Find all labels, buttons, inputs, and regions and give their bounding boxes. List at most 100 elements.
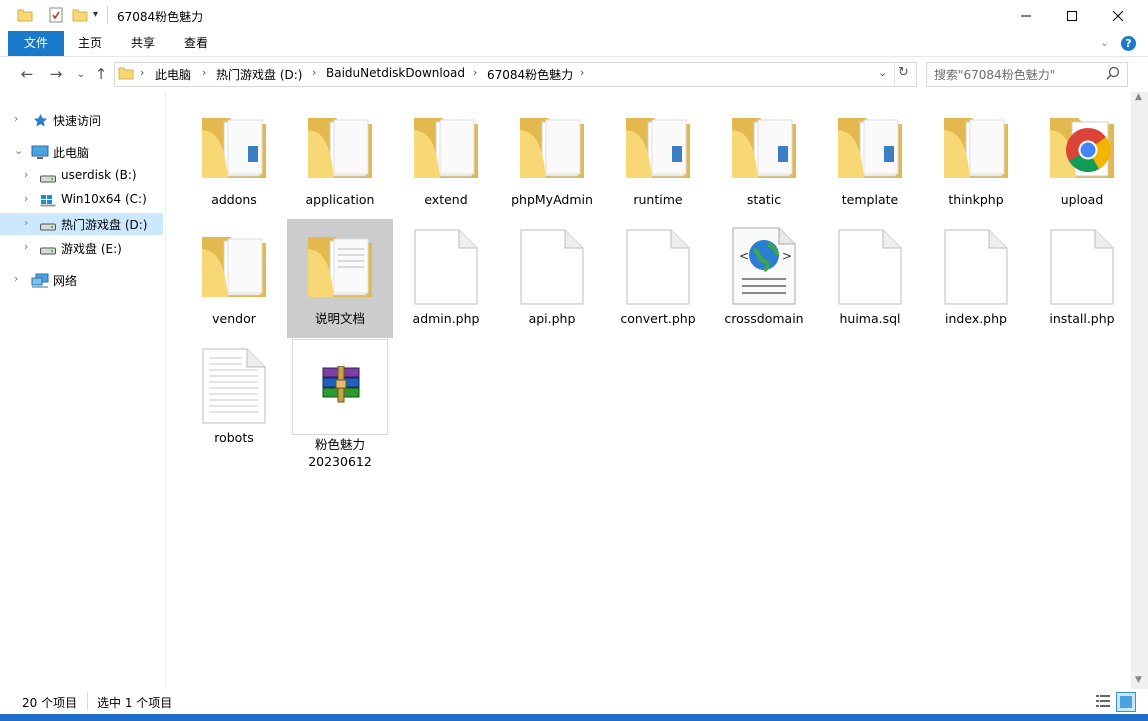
file-name: admin.php: [412, 311, 480, 326]
file-name: application: [305, 192, 375, 207]
folder-item[interactable]: static: [711, 100, 817, 219]
file-name: vendor: [212, 311, 256, 326]
folder-item[interactable]: phpMyAdmin: [499, 100, 605, 219]
divider: [894, 63, 895, 85]
folder-icon: [414, 118, 478, 178]
tab-file[interactable]: 文件: [8, 31, 64, 56]
chevron-right-icon[interactable]: ›: [14, 112, 18, 125]
archive-item-focused[interactable]: 粉色魅力 20230612: [292, 339, 388, 469]
file-item[interactable]: install.php: [1029, 219, 1135, 338]
file-item[interactable]: < > crossdomain: [711, 219, 817, 338]
breadcrumb-separator[interactable]: ›: [473, 66, 477, 79]
details-view-icon[interactable]: [1094, 692, 1112, 710]
tab-share[interactable]: 共享: [123, 31, 163, 56]
chevron-right-icon[interactable]: ›: [14, 272, 18, 285]
folder-icon: [944, 118, 1008, 178]
file-name: runtime: [633, 192, 683, 207]
refresh-icon[interactable]: ↻: [898, 65, 909, 80]
xml-file-icon: < >: [732, 227, 796, 305]
file-name: robots: [214, 430, 254, 445]
sidebar-item-e-drive[interactable]: › 游戏盘 (E:): [0, 237, 163, 259]
folder-item[interactable]: application: [287, 100, 393, 219]
sidebar-item-network[interactable]: › 网络: [0, 269, 163, 291]
sidebar-item-d-drive[interactable]: › 热门游戏盘 (D:): [0, 213, 163, 235]
drive-icon: [40, 221, 56, 235]
forward-icon[interactable]: →: [45, 62, 67, 86]
ribbon-expand-icon[interactable]: ⌄: [1100, 36, 1109, 49]
breadcrumb-separator[interactable]: ›: [202, 66, 206, 79]
chevron-right-icon[interactable]: ›: [24, 168, 28, 181]
breadcrumb-separator[interactable]: ›: [580, 66, 584, 79]
folder-item[interactable]: template: [817, 100, 923, 219]
folder-icon: [118, 66, 134, 83]
file-icon: [944, 229, 1008, 305]
folder-item[interactable]: upload: [1029, 100, 1135, 219]
window-title: 67084粉色魅力: [117, 10, 204, 24]
file-item[interactable]: admin.php: [393, 219, 499, 338]
tab-view[interactable]: 查看: [176, 31, 216, 56]
chrome-folder-icon: [1050, 118, 1114, 178]
close-icon[interactable]: [1095, 0, 1141, 31]
folder-item[interactable]: addons: [181, 100, 287, 219]
file-item[interactable]: convert.php: [605, 219, 711, 338]
sidebar-item-userdisk[interactable]: › userdisk (B:): [0, 165, 163, 187]
folder-item-selected[interactable]: 说明文档: [287, 219, 393, 338]
sidebar-item-this-pc[interactable]: ⌄ 此电脑: [0, 141, 163, 163]
address-dropdown-icon[interactable]: ⌄: [878, 66, 887, 79]
file-name: phpMyAdmin: [511, 192, 593, 207]
folder-item[interactable]: extend: [393, 100, 499, 219]
file-name: thinkphp: [948, 192, 1004, 207]
vertical-scrollbar[interactable]: [1131, 92, 1148, 689]
selection-count: 选中 1 个项目: [97, 696, 173, 710]
sidebar-item-win10x64[interactable]: › Win10x64 (C:): [0, 189, 163, 211]
search-icon[interactable]: [1106, 66, 1120, 83]
folder-item[interactable]: runtime: [605, 100, 711, 219]
breadcrumb-item[interactable]: BaiduNetdiskDownload: [326, 66, 465, 80]
maximize-icon[interactable]: [1049, 0, 1095, 31]
chevron-right-icon[interactable]: ›: [24, 216, 28, 229]
back-icon[interactable]: ←: [16, 62, 38, 86]
file-item[interactable]: robots: [181, 338, 287, 457]
file-name: static: [746, 192, 782, 207]
large-icons-view-icon[interactable]: [1116, 692, 1136, 712]
window-border: [0, 714, 1148, 721]
breadcrumb-separator[interactable]: ›: [140, 66, 144, 79]
file-item[interactable]: huima.sql: [817, 219, 923, 338]
up-icon[interactable]: ↑: [90, 62, 112, 86]
breadcrumb-item[interactable]: 此电脑: [155, 66, 191, 83]
customize-toolbar-dropdown-icon[interactable]: ▾: [93, 9, 98, 20]
tab-home[interactable]: 主页: [70, 31, 110, 56]
file-name: 说明文档: [314, 311, 365, 326]
drive-icon: [40, 173, 56, 187]
file-icon: [1050, 229, 1114, 305]
svg-text:>: >: [782, 249, 792, 263]
search-placeholder: 搜索"67084粉色魅力": [934, 68, 1056, 82]
properties-icon[interactable]: [48, 7, 64, 23]
breadcrumb-item[interactable]: 67084粉色魅力: [487, 66, 573, 83]
recent-locations-icon[interactable]: ⌄: [70, 62, 92, 86]
sidebar-item-quick-access[interactable]: › 快速访问: [0, 109, 163, 131]
file-name: install.php: [1049, 311, 1115, 326]
svg-text:<: <: [739, 249, 749, 263]
scroll-up-icon[interactable]: ▲: [1135, 92, 1142, 102]
breadcrumb-separator[interactable]: ›: [312, 66, 316, 79]
folder-item[interactable]: vendor: [181, 219, 287, 338]
chevron-right-icon[interactable]: ›: [24, 192, 28, 205]
star-icon: [33, 113, 48, 131]
divider: [107, 6, 108, 24]
folder-item[interactable]: thinkphp: [923, 100, 1029, 219]
file-item[interactable]: api.php: [499, 219, 605, 338]
rar-archive-icon: [322, 366, 360, 403]
chevron-right-icon[interactable]: ›: [24, 240, 28, 253]
new-folder-icon[interactable]: [72, 7, 88, 23]
file-icon: [626, 229, 690, 305]
breadcrumb-item[interactable]: 热门游戏盘 (D:): [216, 66, 302, 83]
file-name: convert.php: [620, 311, 696, 326]
help-icon[interactable]: ?: [1121, 36, 1136, 51]
scroll-down-icon[interactable]: ▼: [1135, 675, 1142, 685]
file-item[interactable]: index.php: [923, 219, 1029, 338]
folder-icon: [838, 118, 902, 178]
chevron-down-icon[interactable]: ⌄: [14, 144, 23, 157]
minimize-icon[interactable]: [1003, 0, 1049, 31]
drive-icon: [40, 245, 56, 259]
